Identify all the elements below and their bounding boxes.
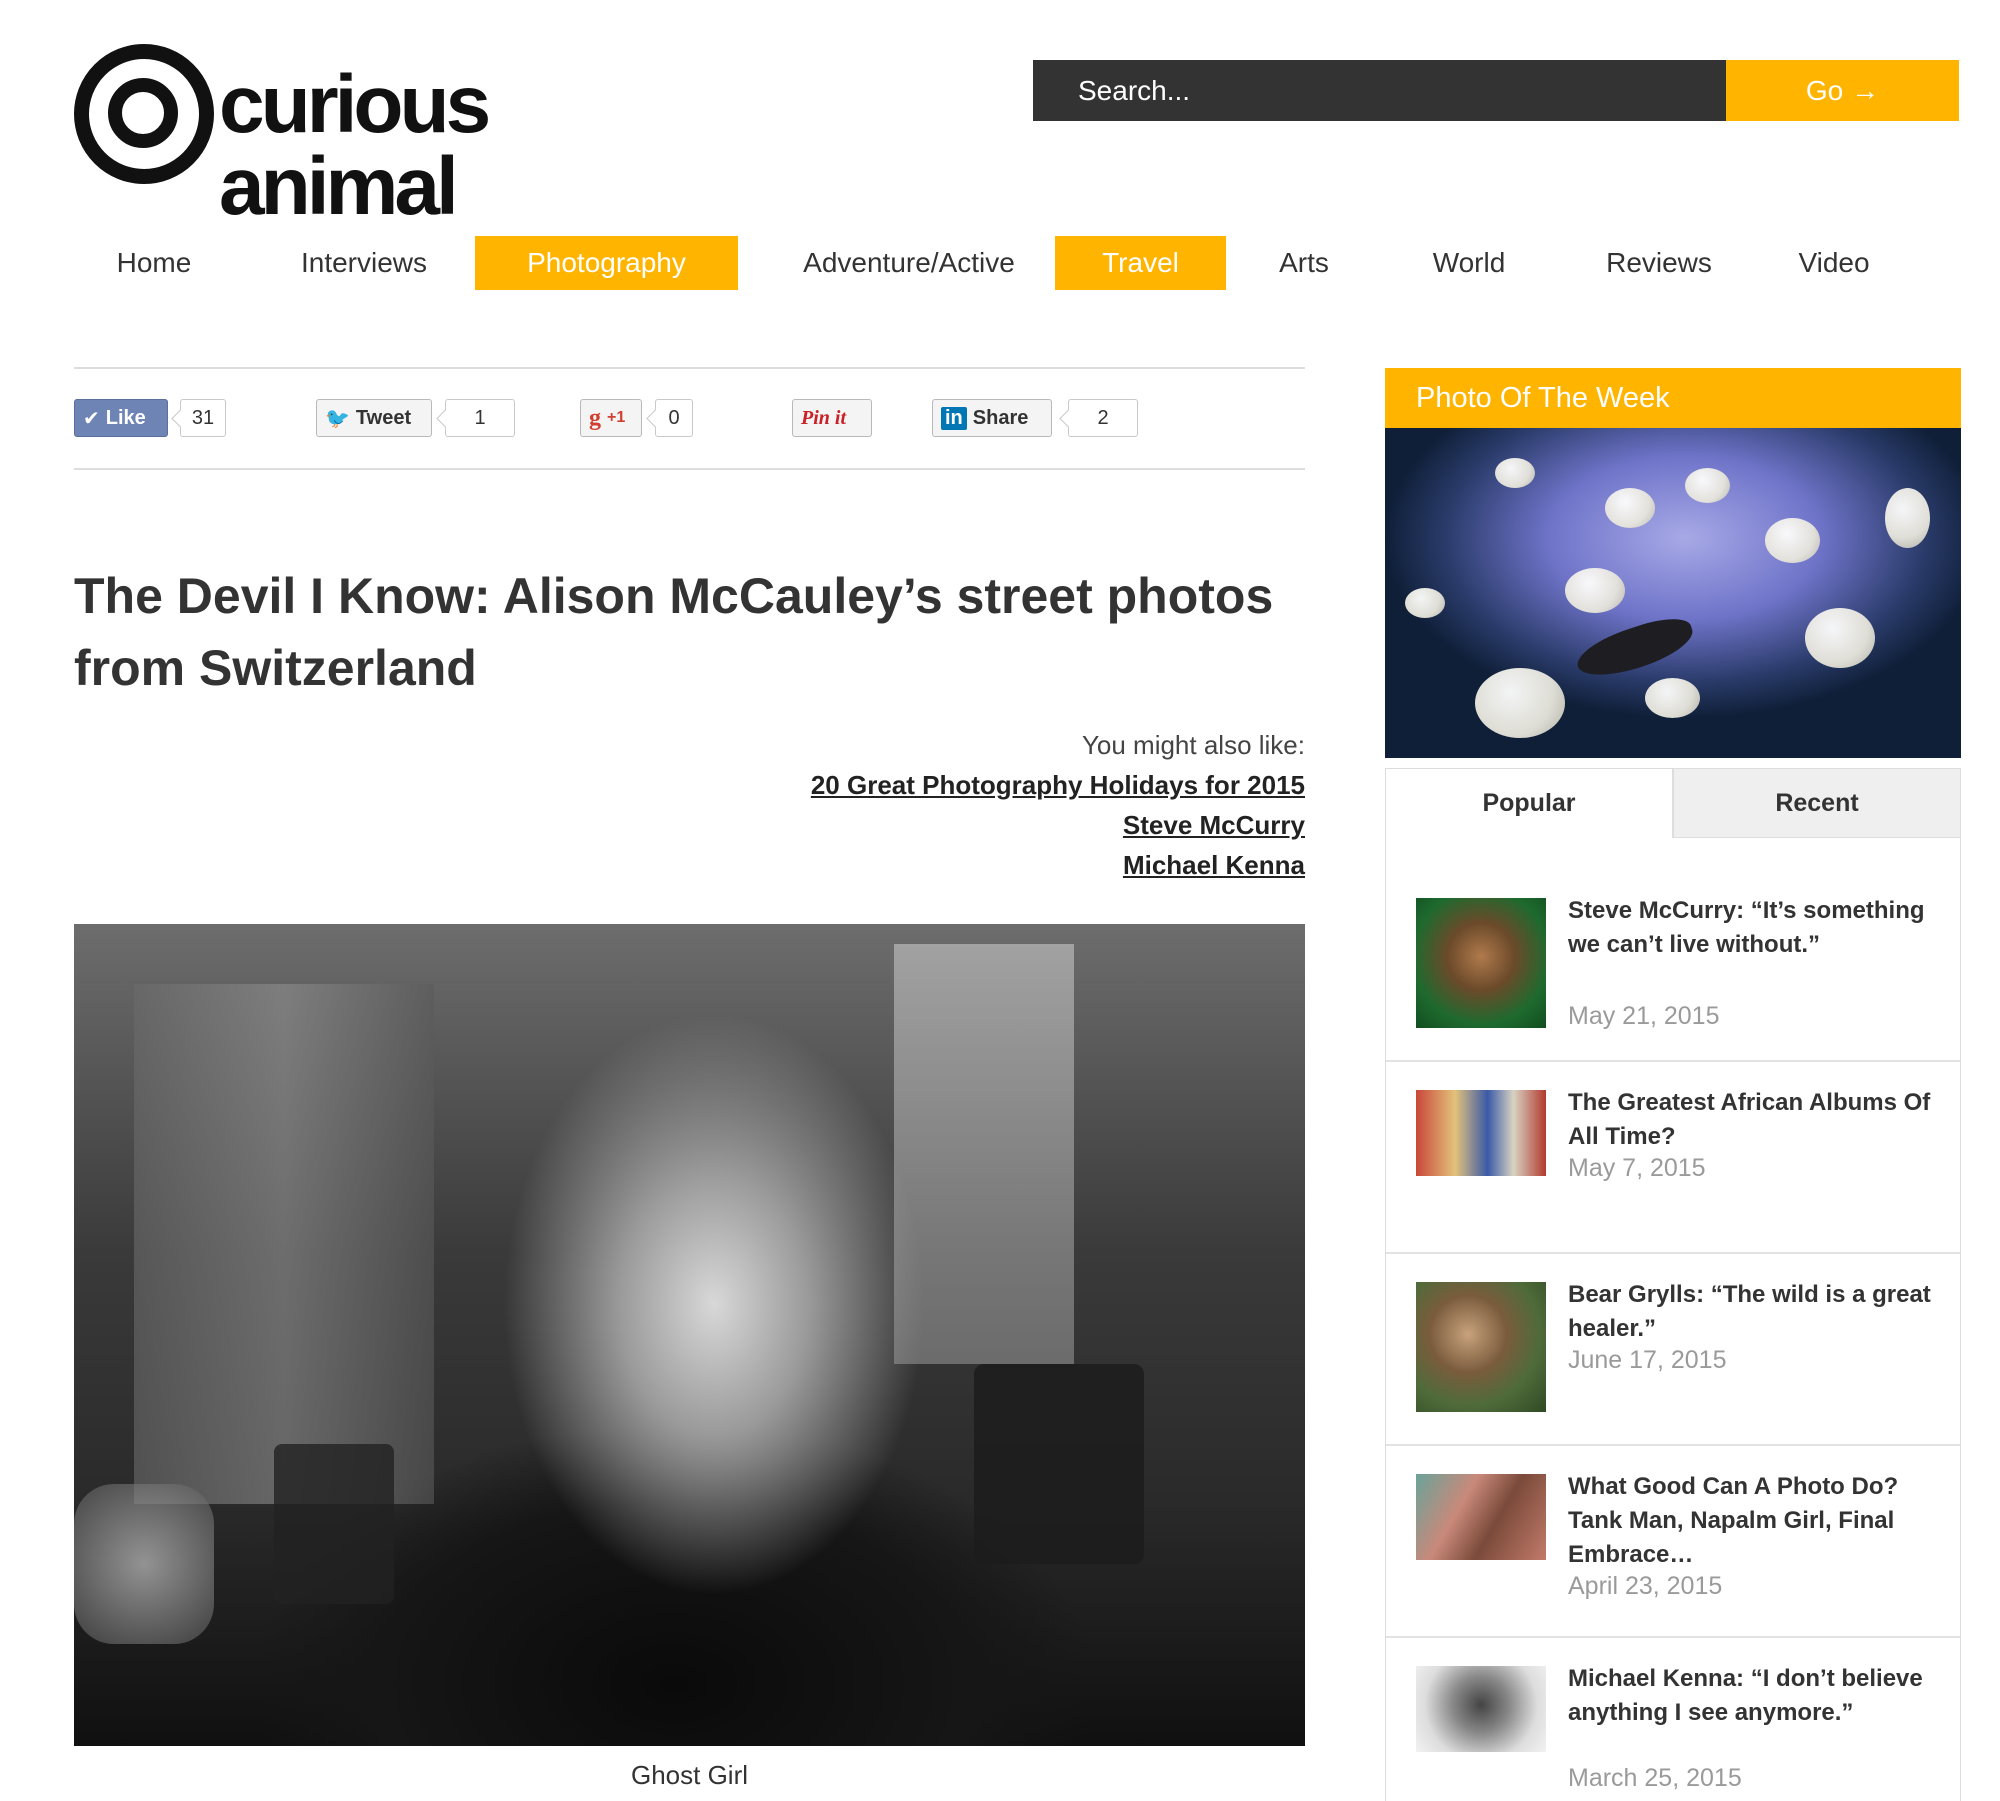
search-go-label: Go — [1805, 74, 1844, 106]
pinterest-pin-button[interactable]: Pin it — [792, 399, 872, 437]
pinterest-label: Pin it — [801, 406, 847, 429]
list-item-date: May 7, 2015 — [1568, 1154, 1706, 1182]
list-item-date: May 21, 2015 — [1568, 1002, 1720, 1030]
tweet-count: 1 — [445, 399, 515, 437]
site-logo[interactable]: curious animal — [74, 44, 714, 228]
arrow-right-icon: → — [1851, 74, 1880, 106]
list-item[interactable]: Bear Grylls: “The wild is a great healer… — [1386, 1281, 1962, 1412]
google-plus-label: +1 — [607, 409, 626, 426]
list-item-date: June 17, 2015 — [1568, 1346, 1727, 1374]
jellyfish-shape — [1685, 468, 1730, 503]
article-title: The Devil I Know: Alison McCauley’s stre… — [74, 568, 1274, 696]
jellyfish-shape — [1765, 518, 1820, 563]
check-icon: ✔ — [83, 407, 100, 430]
list-item-date: March 25, 2015 — [1568, 1764, 1742, 1792]
divider — [1386, 1252, 1960, 1254]
list-item-title: Steve McCurry: “It’s something we can’t … — [1568, 897, 1925, 958]
facebook-like-button[interactable]: ✔ Like — [74, 399, 168, 437]
jellyfish-shape — [1645, 678, 1700, 718]
jellyfish-shape — [1405, 588, 1445, 618]
list-item[interactable]: Steve McCurry: “It’s something we can’t … — [1386, 897, 1962, 1030]
divider — [1386, 1060, 1960, 1062]
photo-pillar-shape — [894, 944, 1074, 1364]
sidebar-tabs: Popular Recent — [1385, 768, 1961, 838]
main-nav: Home Interviews Photography Adventure/Ac… — [74, 236, 1974, 290]
search-go-button[interactable]: Go → — [1726, 60, 1959, 121]
tab-popular[interactable]: Popular — [1385, 768, 1673, 838]
thumbnail-image — [1416, 1282, 1546, 1412]
tweet-button[interactable]: 🐦 Tweet — [316, 399, 432, 437]
logo-inner-ring-icon — [108, 78, 178, 148]
divider — [74, 367, 1305, 369]
nav-item-travel[interactable]: Travel — [1055, 236, 1226, 290]
thumbnail-image — [1416, 1090, 1546, 1176]
photo-flowerpot-shape — [974, 1364, 1144, 1564]
photo-of-the-week-heading: Photo Of The Week — [1385, 368, 1961, 428]
tab-recent[interactable]: Recent — [1673, 768, 1961, 838]
nav-item-arts[interactable]: Arts — [1254, 236, 1354, 290]
linkedin-share-button[interactable]: in Share — [932, 399, 1052, 437]
divider — [1386, 1636, 1960, 1638]
facebook-like-label: Like — [105, 406, 146, 429]
jellyfish-shape — [1475, 668, 1565, 738]
divider — [1386, 1444, 1960, 1446]
tweet-label: Tweet — [355, 406, 412, 429]
google-plus-button[interactable]: g +1 — [580, 399, 642, 437]
list-item-title: The Greatest African Albums Of All Time? — [1568, 1089, 1931, 1150]
list-item[interactable]: Michael Kenna: “I don’t believe anything… — [1386, 1665, 1962, 1796]
also-like-link[interactable]: 20 Great Photography Holidays for 2015 — [74, 770, 1305, 801]
photo-flowers-shape — [74, 1484, 214, 1644]
twitter-bird-icon: 🐦 — [325, 407, 350, 430]
logo-wordmark: curious animal — [219, 59, 491, 232]
list-item[interactable]: What Good Can A Photo Do? Tank Man, Napa… — [1386, 1473, 1962, 1604]
jellyfish-shape — [1805, 608, 1875, 668]
article-photo[interactable] — [74, 924, 1305, 1746]
jellyfish-shape — [1885, 488, 1930, 548]
nav-item-video[interactable]: Video — [1774, 236, 1894, 290]
divider — [74, 468, 1305, 470]
list-item-title: Michael Kenna: “I don’t believe anything… — [1568, 1665, 1923, 1726]
nav-item-reviews[interactable]: Reviews — [1584, 236, 1734, 290]
nav-item-photography[interactable]: Photography — [475, 236, 738, 290]
popular-list: Steve McCurry: “It’s something we can’t … — [1385, 838, 1961, 1801]
photo-flowerpot-shape — [274, 1444, 394, 1604]
jellyfish-shape — [1605, 488, 1655, 528]
nav-item-home[interactable]: Home — [94, 236, 214, 290]
facebook-like-count: 31 — [180, 399, 226, 437]
nav-item-world[interactable]: World — [1404, 236, 1534, 290]
list-item-title: What Good Can A Photo Do? Tank Man, Napa… — [1568, 1473, 1899, 1568]
linkedin-icon: in — [941, 406, 967, 430]
also-like-link[interactable]: Steve McCurry — [74, 810, 1305, 841]
linkedin-share-count: 2 — [1068, 399, 1138, 437]
nav-item-adventure-active[interactable]: Adventure/Active — [774, 236, 1044, 290]
jellyfish-shape — [1495, 458, 1535, 488]
photo-window-shape — [134, 984, 434, 1504]
also-like-label: You might also like: — [1081, 730, 1305, 760]
cormorant-shape — [1571, 610, 1699, 686]
google-plus-count: 0 — [655, 399, 693, 437]
linkedin-share-label: Share — [972, 406, 1029, 429]
list-item-title: Bear Grylls: “The wild is a great healer… — [1568, 1281, 1931, 1342]
search-input[interactable] — [1033, 60, 1726, 121]
list-item-date: April 23, 2015 — [1568, 1572, 1723, 1600]
thumbnail-image — [1416, 1666, 1546, 1752]
list-item[interactable]: The Greatest African Albums Of All Time?… — [1386, 1089, 1962, 1220]
thumbnail-image — [1416, 898, 1546, 1028]
thumbnail-image — [1416, 1474, 1546, 1560]
nav-item-interviews[interactable]: Interviews — [284, 236, 444, 290]
photo-of-the-week-image[interactable] — [1385, 428, 1961, 758]
photo-caption: Ghost Girl — [630, 1760, 749, 1790]
also-like-link[interactable]: Michael Kenna — [74, 850, 1305, 881]
jellyfish-shape — [1565, 568, 1625, 613]
google-plus-icon: g — [589, 404, 601, 431]
